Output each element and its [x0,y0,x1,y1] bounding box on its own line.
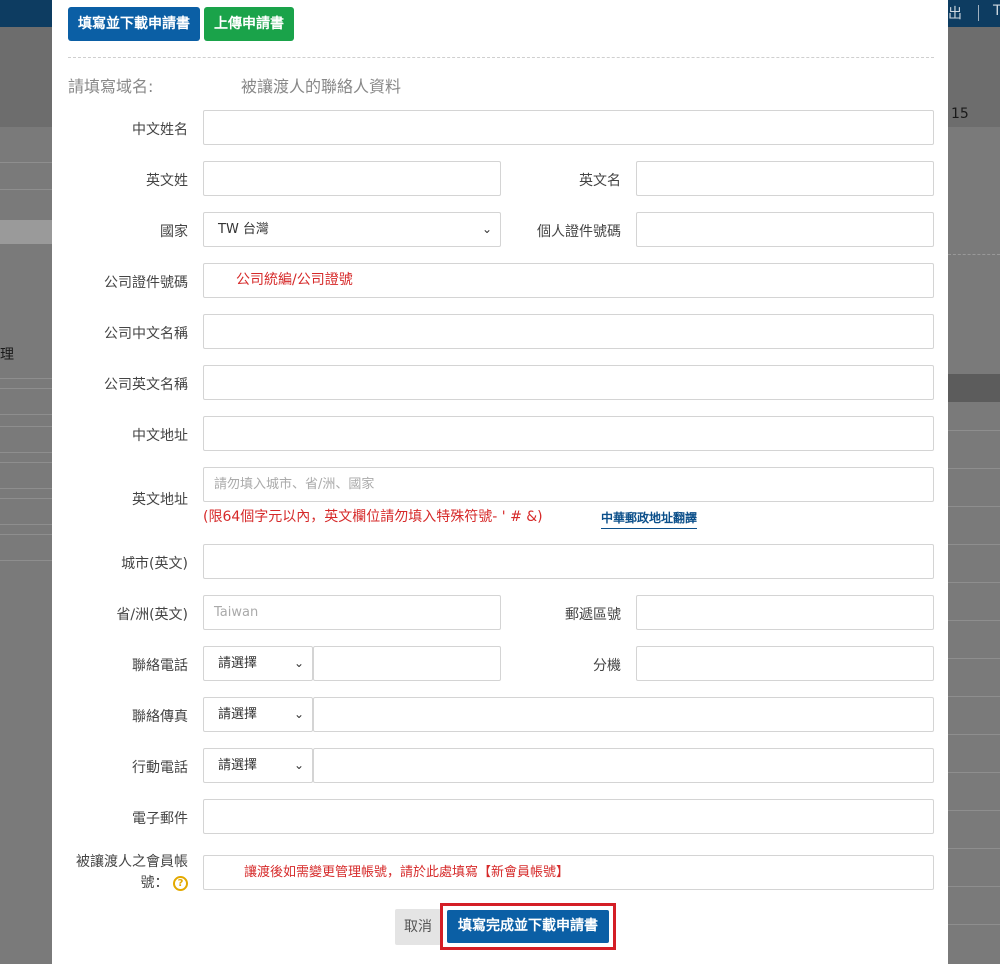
background-divider [948,544,1000,545]
question-icon[interactable]: ? [173,875,188,891]
country-label: 國家 [160,224,188,240]
english-given-name-input[interactable] [636,161,934,196]
company-id-label: 公司證件號碼 [104,275,188,291]
background-table-header [948,374,1000,402]
background-divider [948,772,1000,773]
background-divider [948,430,1000,431]
submit-highlight-box: 填寫完成並下載申請書 [440,903,616,950]
province-label: 省/洲(英文) [116,607,188,623]
fax-input[interactable] [313,697,934,732]
background-divider [0,452,52,453]
section-title: 被讓渡人的聯絡人資料 [241,77,402,96]
extension-input[interactable] [636,646,934,681]
member-account-label: 被讓渡人之會員帳 號： ? [76,852,188,894]
chevron-down-icon: ⌄ [293,656,304,670]
background-divider [948,696,1000,697]
phone-label: 聯絡電話 [132,658,188,674]
background-divider [0,388,52,389]
background-dashed-divider [948,254,1000,255]
background-divider [0,426,52,427]
company-chinese-name-input[interactable] [203,314,934,349]
upload-button[interactable]: 上傳申請書 [204,7,294,41]
topbar-link[interactable]: T [993,3,1000,19]
phone-select-value: 請選擇 [218,656,258,671]
chinese-address-label: 中文地址 [132,428,188,444]
company-english-name-input[interactable] [203,365,934,400]
email-label: 電子郵件 [132,811,188,827]
background-menu-text: 理 [0,347,14,363]
extension-label: 分機 [593,658,621,674]
submit-download-button[interactable]: 填寫完成並下載申請書 [447,910,609,943]
background-divider [948,810,1000,811]
domain-label: 請填寫域名: [68,77,154,96]
fax-select-value: 請選擇 [218,707,258,722]
company-id-input[interactable]: 公司統編/公司證號 [203,263,934,298]
province-input[interactable]: Taiwan [203,595,501,630]
mobile-input[interactable] [313,748,934,783]
english-surname-label: 英文姓 [146,173,188,189]
chevron-down-icon: ⌄ [293,707,304,721]
background-divider [948,924,1000,925]
mobile-label: 行動電話 [132,760,188,776]
company-english-name-label: 公司英文名稱 [104,377,188,393]
english-address-input[interactable]: 請勿填入城市、省/洲、國家 [203,467,934,502]
fax-label: 聯絡傳真 [132,709,188,725]
postal-address-translation-link[interactable]: 中華郵政地址翻譯 [601,509,698,529]
background-divider [0,189,52,190]
phone-country-code-select[interactable]: 請選擇 ⌄ [203,646,313,681]
background-number: 15 [951,106,969,122]
country-select[interactable]: TW 台灣 ⌄ [203,212,501,247]
background-divider [0,488,52,489]
city-label: 城市(英文) [121,556,188,572]
mobile-select-value: 請選擇 [218,758,258,773]
background-divider [0,162,52,163]
fill-download-button[interactable]: 填寫並下載申請書 [68,7,200,41]
personal-id-label: 個人證件號碼 [537,224,621,240]
chinese-address-input[interactable] [203,416,934,451]
member-account-label-line1: 被讓渡人之會員帳 [76,854,188,870]
background-divider [0,534,52,535]
postal-code-input[interactable] [636,595,934,630]
personal-id-input[interactable] [636,212,934,247]
english-given-name-label: 英文名 [579,173,621,189]
dashed-divider [68,57,934,58]
chinese-name-input[interactable] [203,110,934,145]
background-divider [0,560,52,561]
background-divider [948,734,1000,735]
mobile-country-code-select[interactable]: 請選擇 ⌄ [203,748,313,783]
background-divider [0,462,52,463]
country-select-value: TW 台灣 [218,222,269,237]
chinese-name-label: 中文姓名 [132,122,188,138]
member-account-input[interactable]: 讓渡後如需變更管理帳號，請於此處填寫【新會員帳號】 [203,855,934,890]
background-menu-highlight [0,220,52,244]
background-divider [948,848,1000,849]
background-divider [948,658,1000,659]
email-input[interactable] [203,799,934,834]
background-divider [948,620,1000,621]
background-divider [0,524,52,525]
english-address-note: (限64個字元以內，英文欄位請勿填入特殊符號- ' # &) [203,509,543,525]
chevron-down-icon: ⌄ [293,758,304,772]
city-input[interactable] [203,544,934,579]
company-chinese-name-label: 公司中文名稱 [104,326,188,342]
english-surname-input[interactable] [203,161,501,196]
background-divider [0,378,52,379]
background-divider [948,468,1000,469]
chevron-down-icon: ⌄ [481,222,492,236]
background-divider [0,414,52,415]
fax-country-code-select[interactable]: 請選擇 ⌄ [203,697,313,732]
cancel-button[interactable]: 取消 [395,909,441,945]
member-account-label-line2: 號： [140,875,169,891]
logout-link[interactable]: 出 [948,3,962,23]
topbar-separator [978,5,979,21]
transfer-form-modal: 填寫並下載申請書 上傳申請書 請填寫域名: 被讓渡人的聯絡人資料 中文姓名 英文… [52,0,948,964]
background-divider [948,886,1000,887]
postal-code-label: 郵遞區號 [565,607,621,623]
background-divider [0,498,52,499]
background-divider [948,582,1000,583]
english-address-label: 英文地址 [132,492,188,508]
phone-input[interactable] [313,646,501,681]
member-account-label-line2-wrap: 號： ? [76,873,188,894]
background-divider [948,506,1000,507]
